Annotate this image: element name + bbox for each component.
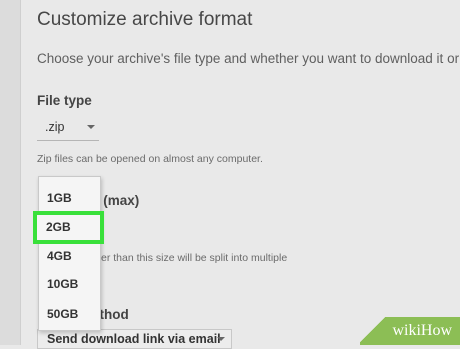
size-option-1gb[interactable]: 1GB	[39, 184, 100, 212]
left-sidebar-strip	[0, 0, 21, 345]
file-type-value: .zip	[45, 120, 65, 134]
archive-size-dropdown: 1GB 4GB 10GB 50GB	[38, 176, 101, 331]
archive-size-hint: er than this size will be split into mul…	[101, 252, 288, 264]
size-option-4gb[interactable]: 4GB	[39, 242, 100, 270]
chevron-down-icon	[217, 337, 225, 341]
wikihow-watermark: wikiHow	[360, 317, 460, 345]
chevron-down-icon	[87, 125, 95, 129]
size-option-50gb[interactable]: 50GB	[39, 300, 100, 328]
page-title: Customize archive format	[37, 9, 253, 30]
page-subtitle: Choose your archive's file type and whet…	[37, 51, 460, 66]
file-type-label: File type	[37, 93, 92, 108]
size-option-2gb-highlighted[interactable]: 2GB	[33, 211, 104, 244]
size-option-10gb[interactable]: 10GB	[39, 270, 100, 298]
file-type-select[interactable]: .zip	[37, 114, 99, 141]
delivery-method-select[interactable]: Send download link via email	[37, 329, 232, 349]
delivery-method-value: Send download link via email	[47, 332, 221, 346]
file-type-hint: Zip files can be opened on almost any co…	[37, 153, 263, 165]
